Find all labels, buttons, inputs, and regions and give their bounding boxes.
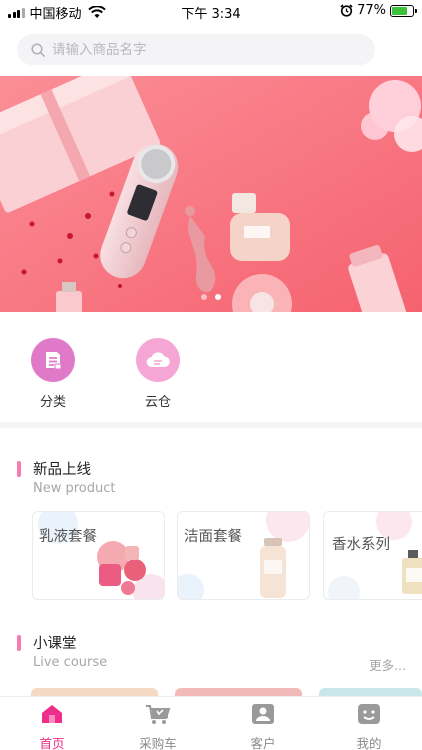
tab-home-label: 首页 [39,736,65,750]
section-marker [17,460,21,477]
new-product-heading: 新品上线 [17,458,91,479]
course-more-link[interactable]: 更多... [369,655,406,674]
status-right: 77% [340,3,417,18]
shortcut-category-label: 分类 [39,395,66,410]
cart-icon [146,705,171,724]
course-title: 小课堂 [33,636,77,652]
bottom-tab-bar: 首页 采购车 客户 我的 [0,696,422,750]
battery-percent: 77% [357,3,386,18]
banner-dot-active[interactable] [215,294,221,300]
search-input[interactable] [52,41,352,58]
category-shortcuts: 分类 云仓 [0,312,422,422]
promo-banner[interactable] [0,76,422,312]
document-icon [31,338,75,382]
perfume-image [328,512,422,599]
shortcut-cloud-warehouse[interactable]: 云仓 [118,338,198,410]
product-card-label: 乳液套餐 [39,529,97,545]
tab-cart[interactable]: 采购车 [128,703,188,750]
tab-customer[interactable]: 客户 [233,703,293,750]
product-card-label: 香水系列 [332,537,390,553]
product-card-label: 洁面套餐 [184,529,242,545]
search-icon [31,42,45,57]
status-bar: 中国移动 下午 3:34 77% [0,0,422,24]
product-card-lotion[interactable]: 乳液套餐 [32,511,165,600]
home-icon [42,705,62,723]
profile-icon [358,704,380,724]
tab-profile-label: 我的 [356,736,382,750]
tab-home[interactable]: 首页 [22,703,82,750]
section-separator [0,422,422,428]
banner-image [0,76,422,312]
course-subtitle: Live course [33,655,108,670]
course-heading: 小课堂 [17,632,77,653]
tab-profile[interactable]: 我的 [339,703,399,750]
product-card-perfume[interactable]: 香水系列 [323,511,422,600]
customer-icon [252,704,274,724]
battery-icon [390,4,417,17]
search-bar[interactable] [17,34,375,65]
new-product-title: 新品上线 [33,462,91,478]
shortcut-category[interactable]: 分类 [13,338,93,410]
section-marker [17,634,21,651]
banner-pagination[interactable] [0,294,422,300]
tab-customer-label: 客户 [250,736,276,750]
new-product-subtitle: New product [33,481,116,496]
cloud-icon [136,338,180,382]
product-card-cleanser[interactable]: 洁面套餐 [177,511,310,600]
banner-dot[interactable] [201,294,207,300]
tab-cart-label: 采购车 [139,736,177,750]
alarm-icon [340,4,353,17]
shortcut-cloud-label: 云仓 [144,395,171,410]
